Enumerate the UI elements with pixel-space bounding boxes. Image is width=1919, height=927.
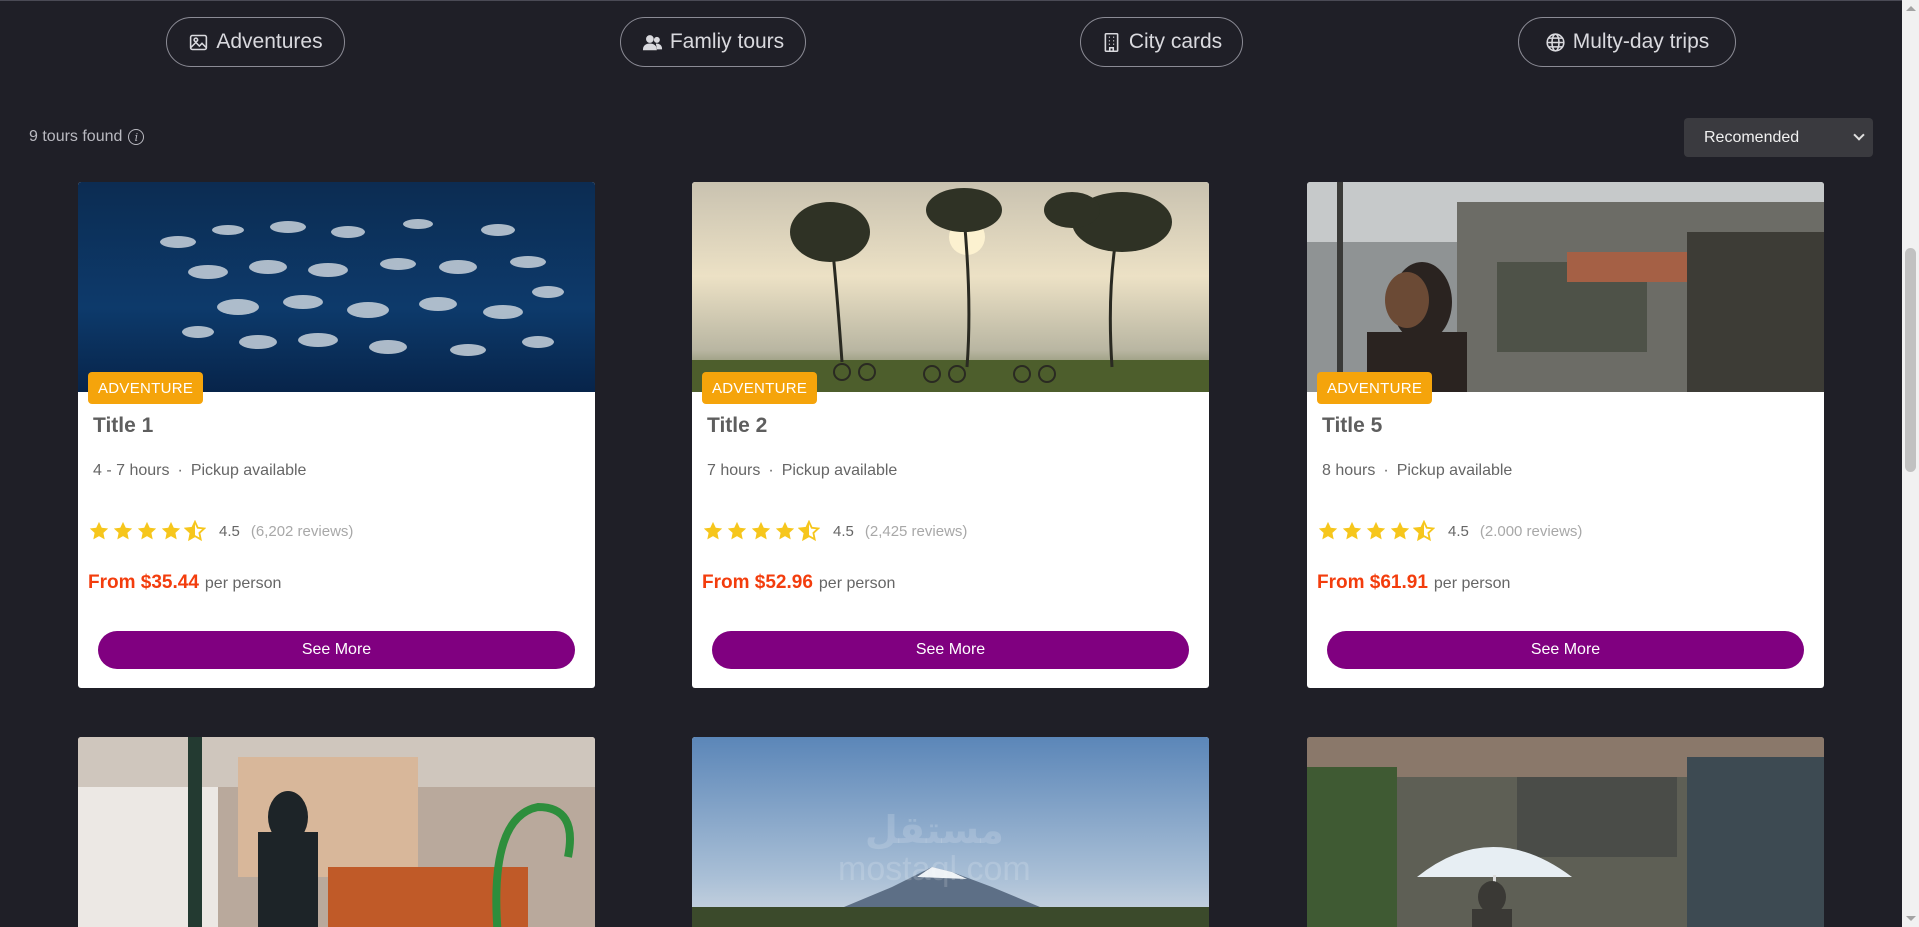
sort-selected-value: Recomended bbox=[1704, 128, 1800, 146]
tour-title[interactable]: Title 5 bbox=[1322, 414, 1382, 438]
top-border bbox=[0, 0, 1902, 1]
tour-card: ADVENTURE Title 1 4 - 7 hours · Pickup a… bbox=[78, 182, 595, 688]
star-full-icon bbox=[1390, 521, 1410, 540]
tour-image-street bbox=[1307, 182, 1824, 392]
results-count: 9 tours found i bbox=[29, 128, 145, 146]
category-adventures-button[interactable]: Adventures bbox=[166, 17, 345, 67]
star-full-icon bbox=[137, 521, 157, 540]
page: Adventures Famliy tours City cards Multy… bbox=[0, 0, 1919, 927]
rating-score: 4.5 bbox=[219, 522, 240, 540]
star-rating bbox=[1317, 520, 1435, 542]
tour-rating: 4.5 (6,202 reviews) bbox=[88, 520, 353, 542]
rating-score: 4.5 bbox=[1448, 522, 1469, 540]
see-more-button[interactable]: See More bbox=[1327, 631, 1804, 669]
sort-select[interactable]: Recomended bbox=[1684, 118, 1873, 157]
star-full-icon bbox=[727, 521, 747, 540]
star-half-icon bbox=[184, 520, 206, 542]
category-label: Adventures bbox=[216, 30, 323, 53]
tour-image-photographer bbox=[78, 737, 595, 927]
star-full-icon bbox=[775, 521, 795, 540]
results-count-text: 9 tours found bbox=[29, 128, 123, 145]
users-icon bbox=[642, 34, 662, 50]
star-full-icon bbox=[703, 521, 723, 540]
separator-dot: · bbox=[768, 462, 774, 479]
scroll-up-arrow-icon[interactable] bbox=[1906, 6, 1916, 11]
tour-pickup: Pickup available bbox=[190, 462, 307, 479]
price-unit: per person bbox=[818, 575, 896, 592]
scroll-down-arrow-icon[interactable] bbox=[1906, 916, 1916, 921]
tour-title[interactable]: Title 1 bbox=[93, 414, 153, 438]
chevron-down-icon bbox=[1853, 129, 1865, 141]
category-multi-day-trips-button[interactable]: Multy-day trips bbox=[1518, 17, 1736, 67]
tour-meta: 8 hours · Pickup available bbox=[1322, 462, 1512, 480]
price-value: From $61.91 bbox=[1317, 572, 1428, 593]
star-full-icon bbox=[751, 521, 771, 540]
tour-card bbox=[78, 737, 595, 927]
price-value: From $52.96 bbox=[702, 572, 813, 593]
category-family-tours-button[interactable]: Famliy tours bbox=[620, 17, 806, 67]
star-full-icon bbox=[161, 521, 181, 540]
star-rating bbox=[88, 520, 206, 542]
tour-duration: 7 hours bbox=[707, 462, 761, 479]
price-unit: per person bbox=[204, 575, 282, 592]
review-count: (2.000 reviews) bbox=[1479, 522, 1583, 540]
tour-rating: 4.5 (2.000 reviews) bbox=[1317, 520, 1582, 542]
star-half-icon bbox=[1413, 520, 1435, 542]
tour-image-cyclists bbox=[692, 182, 1209, 392]
category-badge: ADVENTURE bbox=[702, 372, 818, 404]
tour-card bbox=[1307, 737, 1824, 927]
info-icon[interactable]: i bbox=[128, 129, 145, 145]
review-count: (2,425 reviews) bbox=[864, 522, 968, 540]
separator-dot: · bbox=[1383, 462, 1389, 479]
building-icon bbox=[1104, 32, 1119, 52]
tour-duration: 8 hours bbox=[1322, 462, 1376, 479]
watermark: مستقل mostaql.com bbox=[838, 810, 1031, 888]
category-label: Famliy tours bbox=[669, 30, 785, 53]
star-rating bbox=[702, 520, 820, 542]
category-city-cards-button[interactable]: City cards bbox=[1080, 17, 1243, 67]
rating-score: 4.5 bbox=[833, 522, 854, 540]
globe-icon bbox=[1546, 32, 1565, 52]
star-full-icon bbox=[1318, 521, 1338, 540]
review-count: (6,202 reviews) bbox=[250, 522, 354, 540]
tour-price: From $35.44 per person bbox=[88, 572, 281, 594]
tour-image-umbrella bbox=[1307, 737, 1824, 927]
tour-card: ADVENTURE Title 2 7 hours · Pickup avail… bbox=[692, 182, 1209, 688]
tour-pickup: Pickup available bbox=[781, 462, 898, 479]
tour-image-fish bbox=[78, 182, 595, 392]
tour-rating: 4.5 (2,425 reviews) bbox=[702, 520, 967, 542]
category-label: Multy-day trips bbox=[1572, 30, 1710, 53]
watermark-line2: mostaql.com bbox=[838, 849, 1031, 888]
category-badge: ADVENTURE bbox=[88, 372, 204, 404]
tour-pickup: Pickup available bbox=[1396, 462, 1513, 479]
tour-meta: 7 hours · Pickup available bbox=[707, 462, 897, 480]
tour-duration: 4 - 7 hours bbox=[93, 462, 170, 479]
price-unit: per person bbox=[1433, 575, 1511, 592]
tour-price: From $61.91 per person bbox=[1317, 572, 1510, 594]
category-label: City cards bbox=[1128, 30, 1223, 53]
tour-price: From $52.96 per person bbox=[702, 572, 895, 594]
scrollbar-thumb[interactable] bbox=[1905, 248, 1916, 472]
separator-dot: · bbox=[177, 462, 183, 479]
star-half-icon bbox=[798, 520, 820, 542]
tour-card: ADVENTURE Title 5 8 hours · Pickup avail… bbox=[1307, 182, 1824, 688]
star-full-icon bbox=[1342, 521, 1362, 540]
star-full-icon bbox=[89, 521, 109, 540]
image-icon bbox=[190, 34, 208, 50]
tour-title[interactable]: Title 2 bbox=[707, 414, 767, 438]
star-full-icon bbox=[113, 521, 133, 540]
tour-meta: 4 - 7 hours · Pickup available bbox=[93, 462, 306, 480]
category-badge: ADVENTURE bbox=[1317, 372, 1433, 404]
see-more-button[interactable]: See More bbox=[712, 631, 1189, 669]
star-full-icon bbox=[1366, 521, 1386, 540]
price-value: From $35.44 bbox=[88, 572, 199, 593]
watermark-line1: مستقل bbox=[864, 810, 1004, 852]
see-more-button[interactable]: See More bbox=[98, 631, 575, 669]
